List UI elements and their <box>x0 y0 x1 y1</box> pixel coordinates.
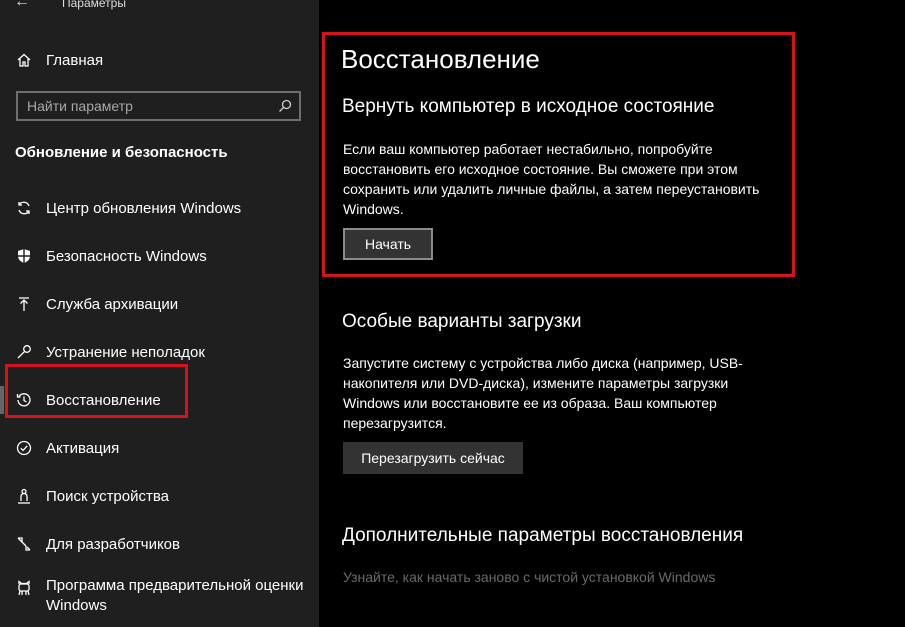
nav-home-label: Главная <box>46 51 104 69</box>
home-icon <box>16 52 32 68</box>
sidebar-item-label: Для разработчиков <box>46 535 180 553</box>
main-content: Восстановление Вернуть компьютер в исход… <box>319 0 905 627</box>
sidebar-item-find-device[interactable]: Поиск устройства <box>0 472 319 520</box>
sidebar-item-label: Программа предварительной оценки Windows <box>46 577 304 614</box>
wrench-icon <box>16 344 32 360</box>
sidebar-item-label: Центр обновления Windows <box>46 199 242 217</box>
clean-install-link[interactable]: Узнайте, как начать заново с чистой уста… <box>343 569 715 585</box>
person-location-icon <box>16 488 32 504</box>
start-reset-button[interactable]: Начать <box>343 228 433 260</box>
insider-cat-icon <box>16 580 32 596</box>
search-box[interactable] <box>16 91 301 121</box>
sidebar-item-label: Активация <box>46 439 120 457</box>
app-title: Параметры <box>62 0 126 10</box>
page-title: Восстановление <box>341 44 540 74</box>
developer-tools-icon <box>16 536 32 552</box>
sidebar-item-developers[interactable]: Для разработчиков <box>0 520 319 568</box>
sidebar-item-troubleshoot[interactable]: Устранение неполадок <box>0 328 319 376</box>
nav-home[interactable]: Главная <box>0 46 319 74</box>
sidebar-item-label: Служба архивации <box>46 295 179 313</box>
sidebar-item-windows-update[interactable]: Центр обновления Windows <box>0 184 319 232</box>
sidebar-item-insider[interactable]: Программа предварительной оценки Windows <box>0 568 319 626</box>
backup-arrow-icon <box>16 296 32 312</box>
history-icon <box>16 392 32 408</box>
advanced-startup-heading: Особые варианты загрузки <box>342 311 582 332</box>
sidebar-item-activation[interactable]: Активация <box>0 424 319 472</box>
section-title: Обновление и безопасность <box>15 144 228 161</box>
reset-description: Если ваш компьютер работает нестабильно,… <box>343 141 760 217</box>
advanced-startup-description: Запустите систему с устройства либо диск… <box>343 355 743 431</box>
sidebar-item-label: Устранение неполадок <box>46 343 205 361</box>
more-options-heading: Дополнительные параметры восстановления <box>342 525 744 546</box>
sidebar-item-recovery[interactable]: Восстановление <box>0 376 319 424</box>
sidebar-item-backup[interactable]: Служба архивации <box>0 280 319 328</box>
search-icon[interactable] <box>277 98 293 114</box>
back-arrow-icon[interactable]: ← <box>14 0 30 11</box>
check-circle-icon <box>16 440 32 456</box>
sidebar: ← Параметры Главная Обновление и безопас… <box>0 0 319 627</box>
reset-heading: Вернуть компьютер в исходное состояние <box>342 96 715 117</box>
sidebar-item-label: Восстановление <box>46 391 161 409</box>
sidebar-item-label: Безопасность Windows <box>46 247 207 265</box>
nav-list: Центр обновления Windows Безопасность Wi… <box>0 184 319 626</box>
restart-now-button[interactable]: Перезагрузить сейчас <box>343 442 523 474</box>
sync-icon <box>16 200 32 216</box>
sidebar-item-windows-security[interactable]: Безопасность Windows <box>0 232 319 280</box>
shield-icon <box>16 248 32 264</box>
title-bar: ← Параметры <box>0 0 319 14</box>
sidebar-item-label: Поиск устройства <box>46 487 170 505</box>
search-input[interactable] <box>18 97 277 115</box>
